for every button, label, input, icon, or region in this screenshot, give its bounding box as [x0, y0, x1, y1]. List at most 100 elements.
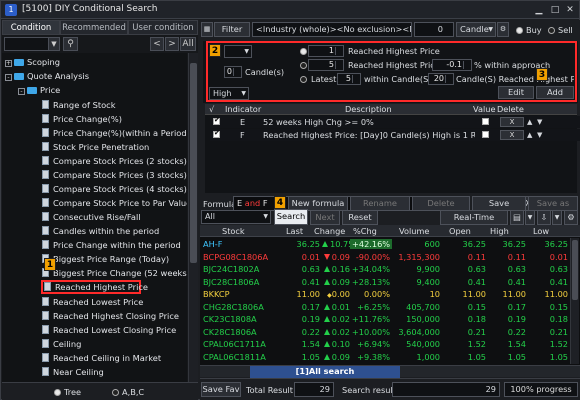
radio-line2[interactable]	[300, 62, 307, 69]
indicator-checkbox[interactable]	[213, 129, 220, 138]
table-row[interactable]: BJC28C1806A 0.41 0.09 +28.13% 9,400 0.41 0.41 0…	[200, 276, 578, 288]
table-row[interactable]: BKKCP 11.00 ◆0.00 0.00% 10 11.00 11.00 11.00	[200, 288, 578, 300]
line2-stepper[interactable]: 5	[308, 59, 344, 71]
tree-node-price[interactable]: - Price	[18, 84, 60, 97]
radio-icon[interactable]	[54, 389, 61, 396]
tree-item[interactable]: Compare Stock Prices (3 stocks)	[42, 169, 187, 182]
table-row[interactable]: AH-F 36.25 10.75 +42.16% 600 36.25 36.25 36.25	[200, 238, 578, 250]
tab-condition[interactable]: Condition	[2, 20, 60, 35]
tree-scrollbar[interactable]	[188, 53, 198, 388]
move-up-icon[interactable]: ▲	[527, 118, 532, 126]
save-button[interactable]: Save	[472, 196, 526, 211]
tree-item[interactable]: Ceiling	[42, 338, 81, 351]
window-menu-icon[interactable]: ▦	[201, 22, 213, 37]
close-icon[interactable]: ✕	[564, 4, 576, 16]
radio-icon[interactable]	[112, 389, 119, 396]
tree-item[interactable]: Reached Lowest Price	[42, 296, 143, 309]
tree-item[interactable]: Reached Highest Closing Price	[42, 310, 179, 323]
filter-button[interactable]: Filter	[214, 22, 250, 37]
prev-button[interactable]: <	[150, 37, 164, 51]
move-up-icon[interactable]: ▲	[527, 131, 532, 139]
tree-item[interactable]: Range of Stock	[42, 99, 116, 112]
tree-item[interactable]: Biggest Price Range (Today)	[42, 253, 169, 266]
tree-item[interactable]: Compare Stock Prices (2 stocks)	[42, 155, 187, 168]
period-select[interactable]: ▼	[224, 45, 252, 58]
tree-node-scoping[interactable]: + Scoping	[5, 56, 60, 69]
tree-item[interactable]: Price Change(%)	[42, 113, 122, 126]
tree-item[interactable]: Price Change within the period	[42, 239, 181, 252]
maximize-icon[interactable]: □	[549, 4, 561, 16]
filter-summary[interactable]: <Industry (whole)><No exclusion><Monthly…	[252, 22, 412, 37]
price-type-select[interactable]: High ▼	[209, 87, 249, 100]
delete-formula-button[interactable]: Delete	[412, 196, 470, 211]
table-row[interactable]: CK28C1806A 0.22 0.02 +10.00% 3,604,000 0.21 0.…	[200, 326, 578, 338]
tree-item[interactable]: Price Change(%)(within a Period)	[42, 127, 187, 140]
line3-stepper[interactable]: 5	[337, 73, 361, 85]
tree-item[interactable]: Biggest Price Change (52 weeks)	[42, 267, 187, 280]
line1-stepper[interactable]: 1	[308, 45, 344, 57]
realtime-search-button[interactable]: Real-Time Search	[440, 210, 508, 235]
save-as-button[interactable]: Save as	[528, 196, 578, 211]
radio-abc[interactable]: A,B,C	[112, 387, 144, 397]
filter-value-input[interactable]: 0	[414, 22, 454, 37]
table-row[interactable]: CPAL06C1811A 1.05 0.09 +9.38% 1,000 1.05 1.05 1…	[200, 351, 578, 363]
table-row[interactable]: CK23C1808A 0.19 0.02 +11.76% 150,000 0.18 0.19…	[200, 313, 578, 325]
expand-icon[interactable]: +	[5, 60, 12, 67]
table-row[interactable]: BJC24C1802A 0.63 0.16 +34.04% 9,900 0.63 0.63 0…	[200, 263, 578, 275]
collapse-icon[interactable]: -	[18, 88, 25, 95]
move-down-icon[interactable]: ▼	[537, 131, 542, 139]
tree-item[interactable]: Stock Price Penetration	[42, 141, 149, 154]
delete-button[interactable]: X	[500, 130, 524, 140]
tab-recommended[interactable]: Recommended	[60, 20, 128, 35]
tree-item[interactable]: Consecutive Rise/Fall	[42, 211, 141, 224]
tree-item[interactable]: Candles within the period	[42, 225, 159, 238]
tree-item[interactable]: Compare Stock Price to Par Value	[42, 197, 187, 210]
radio-sell[interactable]: Sell	[548, 25, 573, 35]
settings-icon[interactable]: ⚙	[497, 22, 509, 37]
add-button[interactable]: Add	[536, 86, 574, 99]
next-search-button[interactable]: Next	[310, 210, 340, 225]
search-icon[interactable]: ⚲	[63, 37, 78, 51]
tree-node-quote-analysis[interactable]: - Quote Analysis	[5, 70, 89, 83]
delete-button[interactable]: X	[500, 117, 524, 127]
edit-button[interactable]: Edit	[498, 86, 534, 99]
tree-item[interactable]: Compare Stock Prices (4 stocks)	[42, 183, 187, 196]
next-button[interactable]: >	[165, 37, 179, 51]
scope-select[interactable]: All ▼	[201, 210, 271, 224]
indicator-checkbox[interactable]	[213, 116, 220, 125]
settings-icon[interactable]: ⚙	[564, 210, 578, 225]
rename-button[interactable]: Rename	[350, 196, 410, 211]
radio-buy[interactable]: Buy	[516, 25, 542, 35]
chart-icon[interactable]: ▤	[510, 210, 524, 225]
table-row[interactable]: CPAL06C1711A 1.54 0.10 +6.94% 540,000 1.52 1.5…	[200, 338, 578, 350]
table-row[interactable]: CHG28C1806A 0.17 0.01 +6.25% 405,700 0.15 0.17…	[200, 301, 578, 313]
all-button[interactable]: All	[180, 37, 196, 51]
reset-button[interactable]: Reset	[342, 210, 378, 225]
line3-stepper2[interactable]: 20	[428, 73, 454, 85]
candles-stepper[interactable]: 0	[224, 66, 242, 78]
radio-icon[interactable]	[548, 27, 555, 34]
indicator-value-checkbox[interactable]	[482, 131, 489, 138]
indicator-row[interactable]: E 52 weeks High Chg >= 0% X ▲ ▼	[210, 116, 580, 128]
tree-item[interactable]: Reached Ceiling in Market	[42, 352, 161, 365]
scroll-thumb[interactable]	[190, 63, 197, 263]
collapse-icon[interactable]: -	[5, 74, 12, 81]
chevron-down-icon[interactable]: ▼	[48, 37, 60, 51]
tab-all-search[interactable]: [1]All search	[250, 366, 400, 378]
minimize-icon[interactable]: ▁	[533, 4, 545, 16]
search-button[interactable]: Search	[274, 209, 308, 225]
radio-line3[interactable]	[300, 76, 307, 83]
line2-pct-stepper[interactable]: -0.1	[432, 59, 472, 71]
radio-icon[interactable]	[516, 27, 523, 34]
tree-item[interactable]: Reached Lowest Closing Price	[42, 324, 176, 337]
candle-select[interactable]: Candle ▼	[456, 22, 496, 37]
tree-item-reached-highest-price[interactable]: Reached Highest Price	[41, 280, 148, 294]
radio-tree[interactable]: Tree	[54, 387, 81, 397]
export-icon[interactable]: ⇩	[537, 210, 551, 225]
move-down-icon[interactable]: ▼	[537, 118, 542, 126]
indicator-row[interactable]: F Reached Highest Price: [Day]0 Candle(s…	[210, 129, 580, 141]
result-scrollbar[interactable]	[570, 238, 579, 364]
save-fav-button[interactable]: Save Fav	[201, 382, 241, 397]
chevron-down-icon[interactable]: ▼	[552, 210, 562, 225]
indicator-value-checkbox[interactable]	[482, 118, 489, 125]
